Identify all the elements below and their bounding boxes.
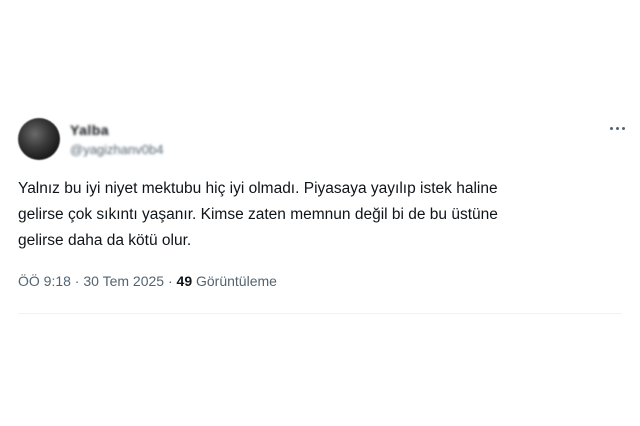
tweet-text-line: Yalnız bu iyi niyet mektubu hiç iyi olma… bbox=[18, 180, 498, 197]
more-dot bbox=[621, 126, 625, 130]
avatar[interactable] bbox=[18, 118, 60, 160]
meta-separator: · bbox=[70, 273, 84, 289]
more-dot bbox=[609, 126, 613, 130]
tweet-date[interactable]: 30 Tem 2025 bbox=[83, 273, 164, 289]
tweet: Yalba @yagizhanv0b4 Yalnız bu iyi niyet … bbox=[0, 0, 640, 426]
more-icon[interactable] bbox=[605, 118, 629, 138]
views-count: 49 bbox=[176, 273, 193, 289]
tweet-time[interactable]: ÖÖ 9:18 bbox=[18, 273, 71, 289]
divider bbox=[18, 313, 622, 314]
views-label: Görüntüleme bbox=[192, 273, 277, 289]
tweet-text-line: gelirse çok sıkıntı yaşanır. Kimse zaten… bbox=[18, 206, 498, 223]
author-name[interactable]: Yalba bbox=[70, 122, 109, 138]
tweet-meta: ÖÖ 9:18 · 30 Tem 2025 · 49 Görüntüleme bbox=[18, 273, 277, 289]
tweet-text: Yalnız bu iyi niyet mektubu hiç iyi olma… bbox=[18, 176, 622, 254]
author-handle[interactable]: @yagizhanv0b4 bbox=[70, 142, 163, 157]
tweet-text-line: gelirse daha da kötü olur. bbox=[18, 232, 192, 249]
meta-separator: · bbox=[164, 273, 177, 289]
more-dot bbox=[615, 126, 619, 130]
